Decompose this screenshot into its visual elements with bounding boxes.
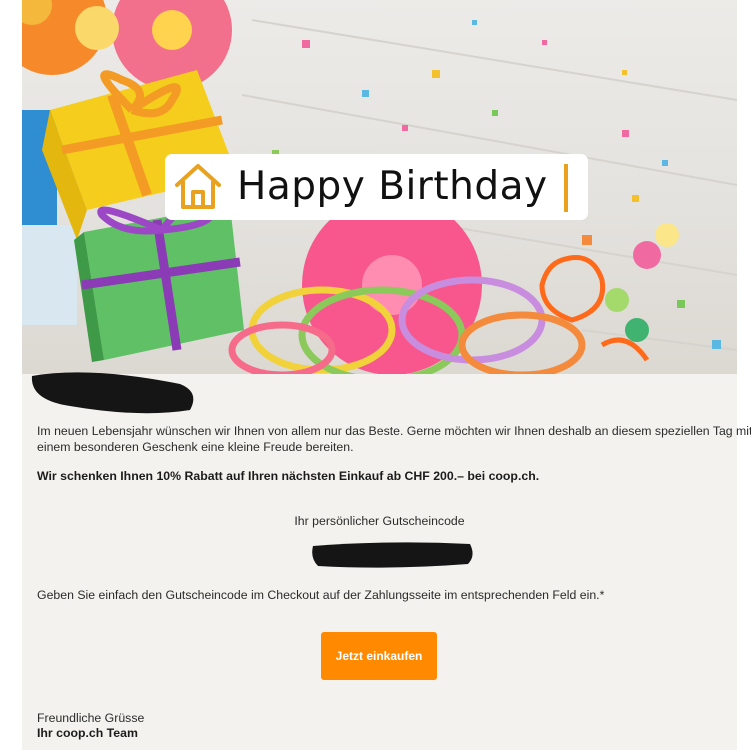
birthday-email: Happy Birthday Im neuen Lebensjahr wünsc… bbox=[22, 0, 751, 750]
shop-now-button[interactable]: Jetzt einkaufen bbox=[321, 632, 437, 680]
hero-image: Happy Birthday bbox=[22, 0, 737, 374]
voucher-label: Ihr persönlicher Gutscheincode bbox=[294, 514, 465, 528]
redacted-greeting bbox=[31, 372, 194, 414]
banner-title: Happy Birthday bbox=[237, 164, 548, 209]
signature-text: Ihr coop.ch Team bbox=[37, 726, 138, 740]
offer-text: Wir schenken Ihnen 10% Rabatt auf Ihren … bbox=[37, 469, 540, 483]
house-icon bbox=[175, 164, 221, 209]
closing-text: Freundliche Grüsse bbox=[37, 711, 145, 725]
redacted-voucher-code bbox=[312, 542, 473, 568]
happy-birthday-banner: Happy Birthday bbox=[165, 154, 588, 220]
intro-text: Im neuen Lebensjahr wünschen wir Ihnen v… bbox=[37, 424, 751, 438]
banner-cursor-bar bbox=[564, 164, 568, 212]
intro-text-line2: einem besonderen Geschenk eine kleine Fr… bbox=[37, 440, 354, 454]
instructions-text: Geben Sie einfach den Gutscheincode im C… bbox=[37, 588, 605, 602]
